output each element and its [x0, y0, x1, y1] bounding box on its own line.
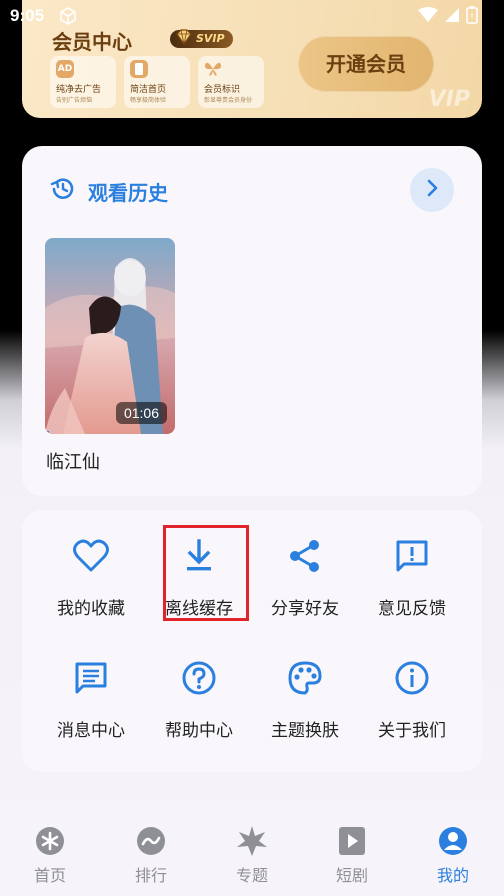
- menu-about[interactable]: 关于我们: [359, 656, 465, 746]
- profile-icon: [413, 824, 493, 858]
- history-title: 观看历史: [88, 180, 168, 205]
- menu-label: 主题换肤: [271, 721, 339, 741]
- feedback-icon: [359, 534, 465, 578]
- wifi-icon: [418, 7, 438, 28]
- benefit-sub: 彰显尊贵会员身份: [204, 97, 253, 104]
- menu-feedback[interactable]: 意见反馈: [359, 534, 465, 624]
- history-header: 观看历史: [50, 176, 168, 206]
- heart-icon: [38, 534, 144, 578]
- no-ads-icon: AD: [56, 60, 74, 78]
- menu-share[interactable]: 分享好友: [252, 534, 358, 624]
- benefit-vip-mark: 会员标识 彰显尊贵会员身份: [198, 56, 264, 108]
- menu-label: 我的收藏: [57, 599, 125, 619]
- cube-icon: [58, 6, 78, 31]
- menu-label: 消息中心: [57, 721, 125, 741]
- benefit-no-ads: AD 纯净去广告 告别广告烦恼: [50, 56, 116, 108]
- benefit-sub: 畅享极简体验: [130, 97, 167, 104]
- highlight-box: [163, 525, 249, 621]
- benefit-title: 会员标识: [204, 85, 241, 95]
- video-duration: 01:06: [115, 402, 167, 424]
- benefit-sub: 告别广告烦恼: [56, 97, 93, 104]
- menu-label: 帮助中心: [165, 721, 233, 741]
- nav-label: 我的: [436, 866, 469, 885]
- menu-label: 关于我们: [378, 721, 446, 741]
- phone-icon: [130, 60, 148, 78]
- svg-text:!: !: [470, 12, 473, 21]
- menu-messages[interactable]: 消息中心: [38, 656, 144, 746]
- history-video-title[interactable]: 临江仙: [46, 448, 100, 474]
- topic-icon: [212, 824, 292, 858]
- battery-icon: !: [466, 6, 478, 29]
- menu-help[interactable]: 帮助中心: [146, 656, 252, 746]
- menu-grid: 我的收藏 离线缓存 分享好友 意见反馈 消息中心 帮助中心 主题换肤 关于我们: [22, 510, 482, 772]
- open-vip-button[interactable]: 开通会员: [298, 36, 434, 92]
- nav-topic[interactable]: 专题: [212, 824, 292, 886]
- share-icon: [252, 534, 358, 578]
- status-bar: 9:05 !: [0, 0, 504, 34]
- history-more-button[interactable]: [410, 168, 454, 212]
- help-icon: [146, 656, 252, 700]
- nav-label: 短剧: [335, 866, 368, 885]
- history-poster[interactable]: 01:06: [45, 238, 175, 434]
- menu-label: 分享好友: [271, 599, 339, 619]
- home-icon: [10, 824, 90, 858]
- vip-benefits: AD 纯净去广告 告别广告烦恼 简洁首页 畅享极简体验 会员标识 彰显尊贵会员身…: [50, 56, 264, 108]
- menu-label: 意见反馈: [378, 599, 446, 619]
- status-time: 9:05: [10, 6, 45, 25]
- benefit-simple-home: 简洁首页 畅享极简体验: [124, 56, 190, 108]
- short-drama-icon: [312, 824, 392, 858]
- watch-progress-bar: [45, 431, 49, 434]
- nav-label: 专题: [235, 866, 268, 885]
- nav-label: 排行: [134, 866, 167, 885]
- signal-icon: [444, 7, 460, 28]
- benefit-title: 简洁首页: [130, 85, 167, 95]
- nav-short-drama[interactable]: 短剧: [312, 824, 392, 886]
- ranking-icon: [111, 824, 191, 858]
- palette-icon: [252, 656, 358, 700]
- history-card: 观看历史 01:06 临江仙: [22, 146, 482, 496]
- butterfly-icon: [204, 60, 222, 78]
- vip-watermark: VIP: [428, 87, 470, 112]
- nav-profile[interactable]: 我的: [413, 824, 493, 886]
- info-icon: [359, 656, 465, 700]
- chevron-right-icon: [424, 179, 440, 201]
- bottom-nav: 首页 排行 专题 短剧 我的: [0, 812, 504, 896]
- nav-home[interactable]: 首页: [10, 824, 90, 886]
- nav-label: 首页: [33, 866, 66, 885]
- message-icon: [38, 656, 144, 700]
- menu-theme[interactable]: 主题换肤: [252, 656, 358, 746]
- history-icon: [50, 176, 76, 206]
- nav-ranking[interactable]: 排行: [111, 824, 191, 886]
- benefit-title: 纯净去广告: [56, 85, 102, 95]
- menu-favorites[interactable]: 我的收藏: [38, 534, 144, 624]
